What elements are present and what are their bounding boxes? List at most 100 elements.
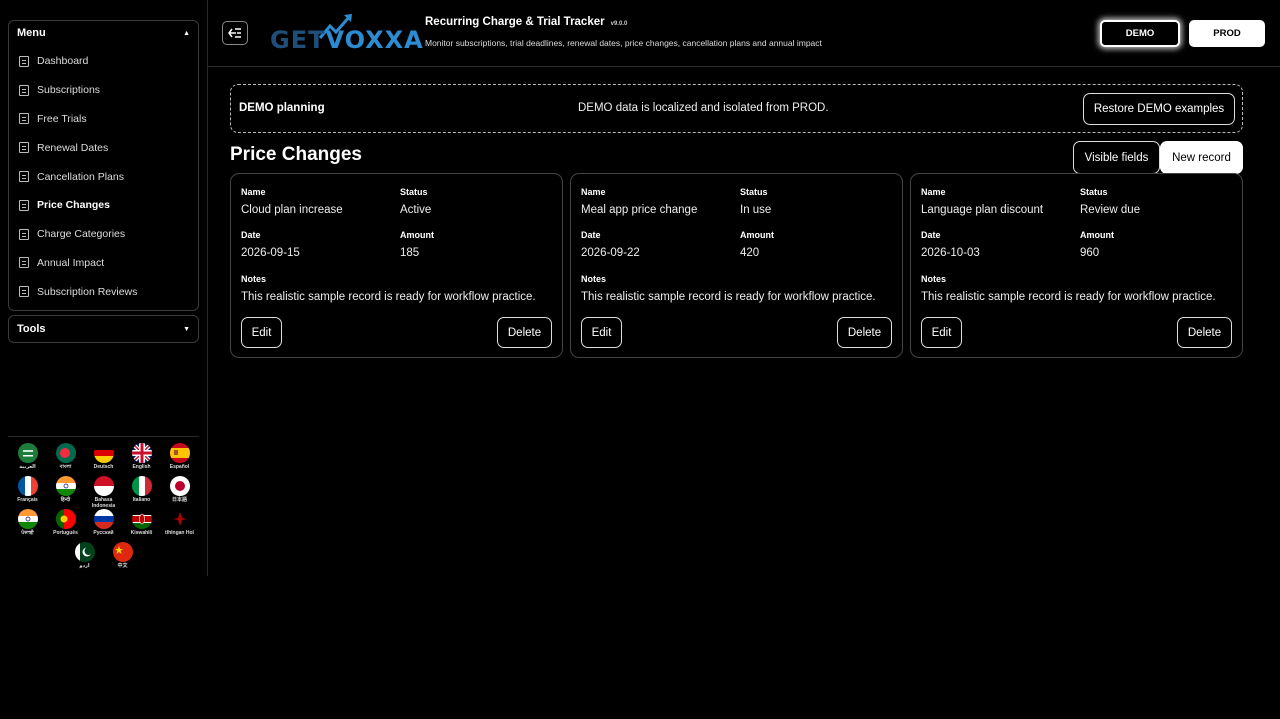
sidebar-item-dashboard[interactable]: Dashboard (9, 47, 198, 76)
logo-text: GETVOXXA (270, 26, 424, 54)
language-option[interactable]: বাংলা (47, 443, 85, 476)
date-label: Date (241, 230, 261, 240)
sidebar-item-price-changes[interactable]: Price Changes (9, 191, 198, 220)
language-label: اردو (79, 563, 90, 569)
germany-flag-icon (93, 443, 114, 463)
edit-button[interactable]: Edit (921, 317, 962, 348)
sidebar-item-label: Subscription Reviews (37, 285, 138, 298)
amount-label: Amount (400, 230, 434, 240)
status-label: Status (740, 187, 768, 197)
language-label: Español (169, 464, 190, 470)
menu-header[interactable]: Menu ▲ (9, 21, 198, 45)
name-label: Name (241, 187, 266, 197)
sidebar-item-renewal-dates[interactable]: Renewal Dates (9, 133, 198, 162)
sidebar: Menu ▲ Dashboard Subscriptions Free Trials… (0, 0, 208, 576)
language-option[interactable]: Português (47, 509, 85, 542)
italy-flag-icon (131, 476, 152, 496)
tools-header[interactable]: Tools ▼ (9, 316, 198, 342)
name-label: Name (921, 187, 946, 197)
language-option[interactable]: Español (161, 443, 199, 476)
amount-label: Amount (1080, 230, 1114, 240)
language-option[interactable]: 日本語 (161, 476, 199, 509)
visible-fields-button[interactable]: Visible fields (1073, 141, 1160, 174)
status-label: Status (1080, 187, 1108, 197)
record-card: Name Language plan discount Status Review d… (910, 173, 1243, 358)
menu-panel: Menu ▲ Dashboard Subscriptions Free Trials… (8, 20, 199, 311)
collapse-icon (228, 28, 241, 38)
portugal-flag-icon (55, 509, 76, 529)
amount-value: 420 (740, 247, 760, 259)
language-label: Kiswahili (130, 530, 153, 536)
language-option[interactable]: Bahasa Indonesia (85, 476, 123, 509)
logo-text-voxxa: VOXXA (325, 26, 424, 54)
language-label: Português (53, 530, 78, 536)
language-label: Français (17, 497, 38, 503)
language-option[interactable]: Italiano (123, 476, 161, 509)
sidebar-item-label: Dashboard (37, 55, 89, 68)
edit-button[interactable]: Edit (581, 317, 622, 348)
header: GETVOXXA Recurring Charge & Trial Tracke… (208, 0, 1280, 67)
language-option[interactable]: Kiswahili (123, 509, 161, 542)
language-option[interactable]: العربية (9, 443, 47, 476)
document-icon (19, 113, 29, 125)
language-divider (8, 436, 199, 437)
delete-button[interactable]: Delete (1177, 317, 1232, 348)
logo-text-get: GET (270, 26, 326, 54)
name-value: Language plan discount (921, 204, 1044, 216)
collapse-sidebar-button[interactable] (222, 21, 248, 45)
sidebar-item-charge-categories[interactable]: Charge Categories (9, 220, 198, 249)
sidebar-item-label: Charge Categories (37, 228, 126, 241)
language-option[interactable]: Deutsch (85, 443, 123, 476)
france-flag-icon (17, 476, 38, 496)
language-option[interactable]: Français (9, 476, 47, 509)
language-label: 中文 (117, 563, 128, 569)
language-label: Deutsch (93, 464, 114, 470)
language-option[interactable]: Русский (85, 509, 123, 542)
title-row: Recurring Charge & Trial Tracker v9.0.0 (425, 16, 627, 28)
language-option[interactable]: اردو (66, 542, 104, 575)
language-option[interactable]: 中文 (104, 542, 142, 575)
indonesia-flag-icon (93, 476, 114, 496)
language-option[interactable]: English (123, 443, 161, 476)
demo-env-button[interactable]: DEMO (1100, 20, 1180, 47)
sidebar-item-label: Annual Impact (37, 256, 105, 269)
demo-notice: DEMO planning DEMO data is localized and… (230, 84, 1243, 133)
date-value: 2026-10-03 (921, 247, 980, 259)
notes-value: This realistic sample record is ready fo… (581, 291, 876, 303)
language-option[interactable]: tlhIngan Hol (161, 509, 199, 542)
app-root: Menu ▲ Dashboard Subscriptions Free Trials… (0, 0, 1280, 719)
prod-env-button[interactable]: PROD (1189, 20, 1265, 47)
notes-label: Notes (581, 274, 607, 284)
new-record-button[interactable]: New record (1160, 141, 1243, 174)
india-flag-icon (55, 476, 76, 496)
app-version: v9.0.0 (610, 21, 628, 27)
name-value: Cloud plan increase (241, 204, 343, 216)
document-icon (19, 228, 29, 240)
sidebar-item-subscription-reviews[interactable]: Subscription Reviews (9, 277, 198, 306)
sidebar-item-free-trials[interactable]: Free Trials (9, 105, 198, 134)
restore-demo-button[interactable]: Restore DEMO examples (1083, 93, 1235, 125)
sidebar-item-annual-impact[interactable]: Annual Impact (9, 249, 198, 278)
date-value: 2026-09-15 (241, 247, 300, 259)
date-label: Date (581, 230, 601, 240)
sidebar-item-cancellation-plans[interactable]: Cancellation Plans (9, 162, 198, 191)
date-label: Date (921, 230, 941, 240)
saudi-arabia-flag-icon (17, 443, 38, 463)
india-flag-icon (17, 509, 38, 529)
edit-button[interactable]: Edit (241, 317, 282, 348)
date-value: 2026-09-22 (581, 247, 640, 259)
menu-title: Menu (17, 27, 46, 39)
document-icon (19, 257, 29, 269)
notes-value: This realistic sample record is ready fo… (921, 291, 1216, 303)
document-icon (19, 199, 29, 211)
delete-button[interactable]: Delete (497, 317, 552, 348)
language-option[interactable]: हिन्दी (47, 476, 85, 509)
language-label: English (132, 464, 151, 470)
sidebar-item-subscriptions[interactable]: Subscriptions (9, 76, 198, 105)
name-label: Name (581, 187, 606, 197)
language-option[interactable]: ਪੰਜਾਬੀ (9, 509, 47, 542)
amount-value: 185 (400, 247, 420, 259)
delete-button[interactable]: Delete (837, 317, 892, 348)
status-value: In use (740, 204, 772, 216)
document-icon (19, 286, 29, 298)
